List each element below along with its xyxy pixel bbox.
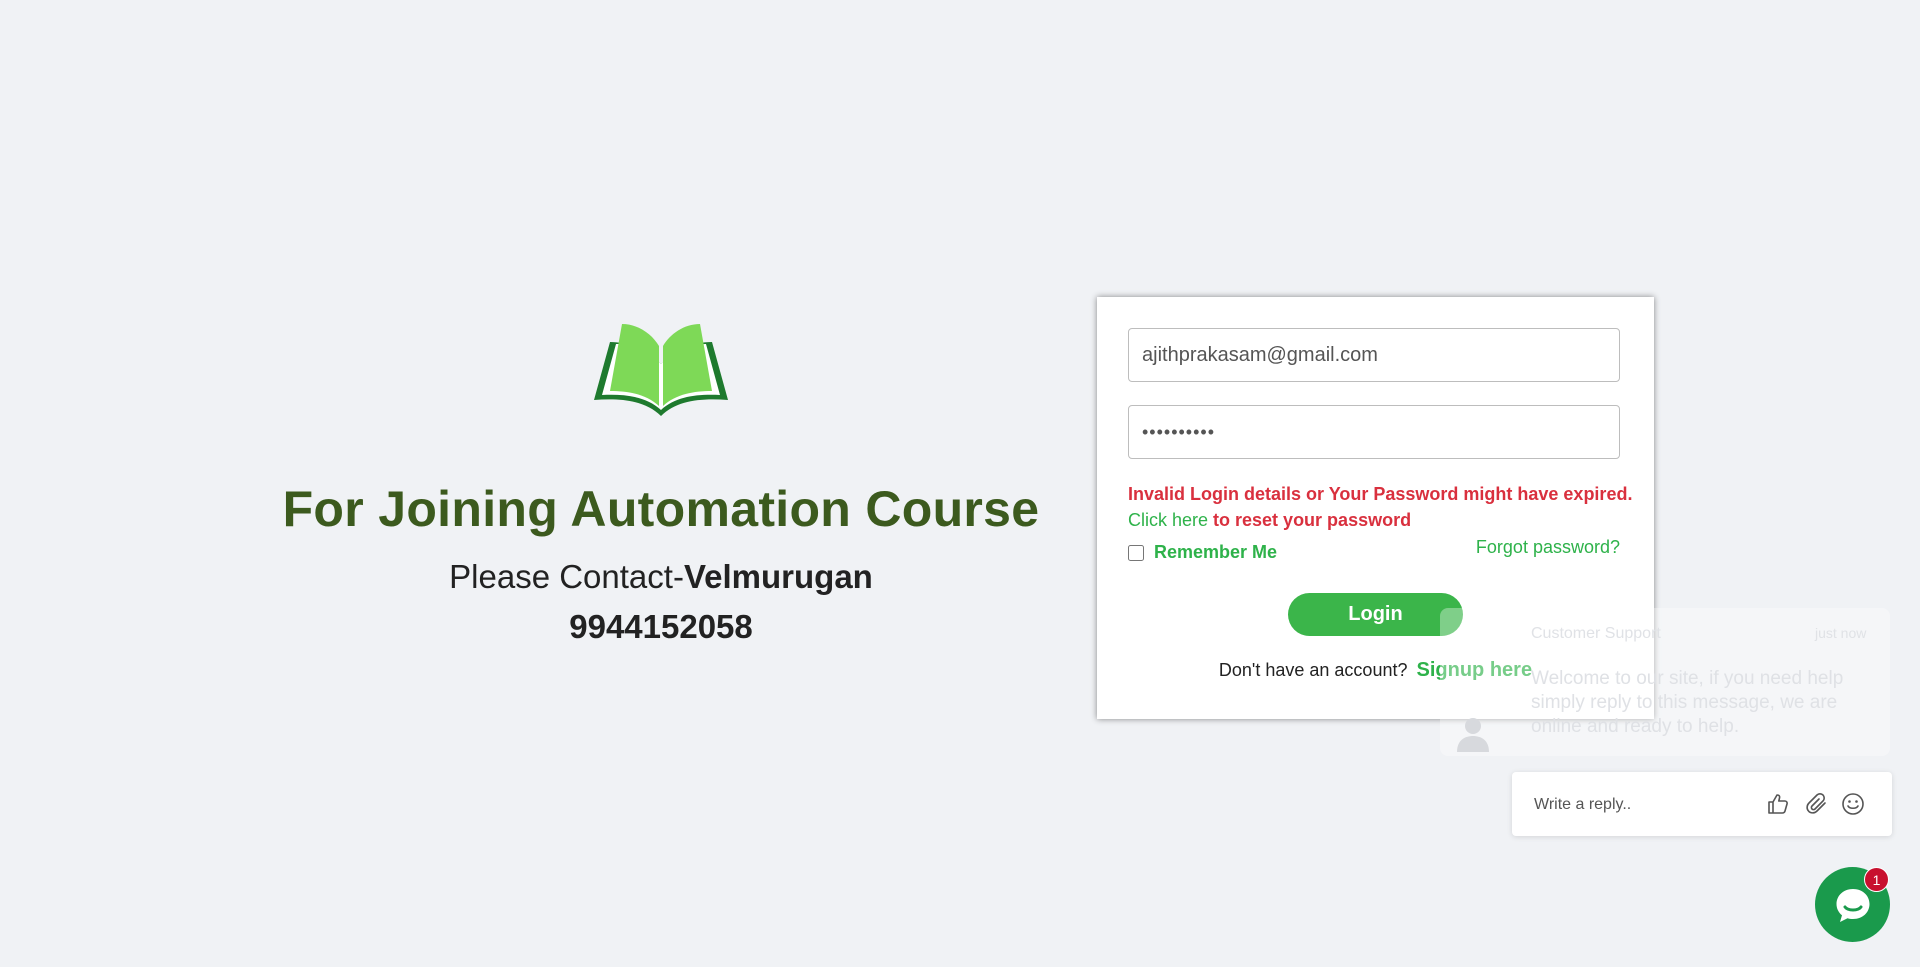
chat-reply-input[interactable] xyxy=(1532,790,1756,820)
remember-me-checkbox[interactable] xyxy=(1128,544,1144,561)
open-book-logo xyxy=(594,324,728,416)
reset-password-link[interactable]: Click here xyxy=(1128,510,1208,530)
thumbs-up-icon[interactable] xyxy=(1766,792,1790,816)
contact-prefix: Please Contact- xyxy=(449,558,684,595)
forgot-password-link[interactable]: Forgot password? xyxy=(1476,537,1620,558)
chat-reply-box xyxy=(1512,772,1892,836)
paperclip-icon[interactable] xyxy=(1805,792,1829,816)
unread-badge: 1 xyxy=(1864,867,1889,892)
signup-prompt: Don't have an account? xyxy=(1218,660,1408,680)
reset-password-text: to reset your password xyxy=(1208,510,1412,530)
login-button[interactable]: Login xyxy=(1288,593,1463,636)
remember-me[interactable]: Remember Me xyxy=(1128,542,1277,563)
contact-line: Please Contact-Velmurugan xyxy=(240,558,1082,596)
password-input[interactable] xyxy=(1128,405,1620,459)
reset-password-line: Click here to reset your password xyxy=(1128,510,1411,531)
contact-name: Velmurugan xyxy=(683,558,873,595)
email-input[interactable] xyxy=(1128,328,1620,382)
chat-agent-name: Customer Support xyxy=(1531,625,1661,642)
smile-icon[interactable] xyxy=(1841,792,1865,816)
chat-timestamp: just now xyxy=(1815,625,1867,641)
promo-section: For Joining Automation Course Please Con… xyxy=(240,320,1082,646)
chat-launcher-icon xyxy=(1836,889,1870,922)
login-error-message: Invalid Login details or Your Password m… xyxy=(1128,484,1633,504)
chat-welcome-message: Welcome to our site, if you need help si… xyxy=(1531,668,1844,737)
headline: For Joining Automation Course xyxy=(282,481,1040,537)
agent-avatar-icon xyxy=(1457,718,1489,752)
contact-phone: 9944152058 xyxy=(569,608,753,645)
remember-me-label: Remember Me xyxy=(1154,542,1278,562)
